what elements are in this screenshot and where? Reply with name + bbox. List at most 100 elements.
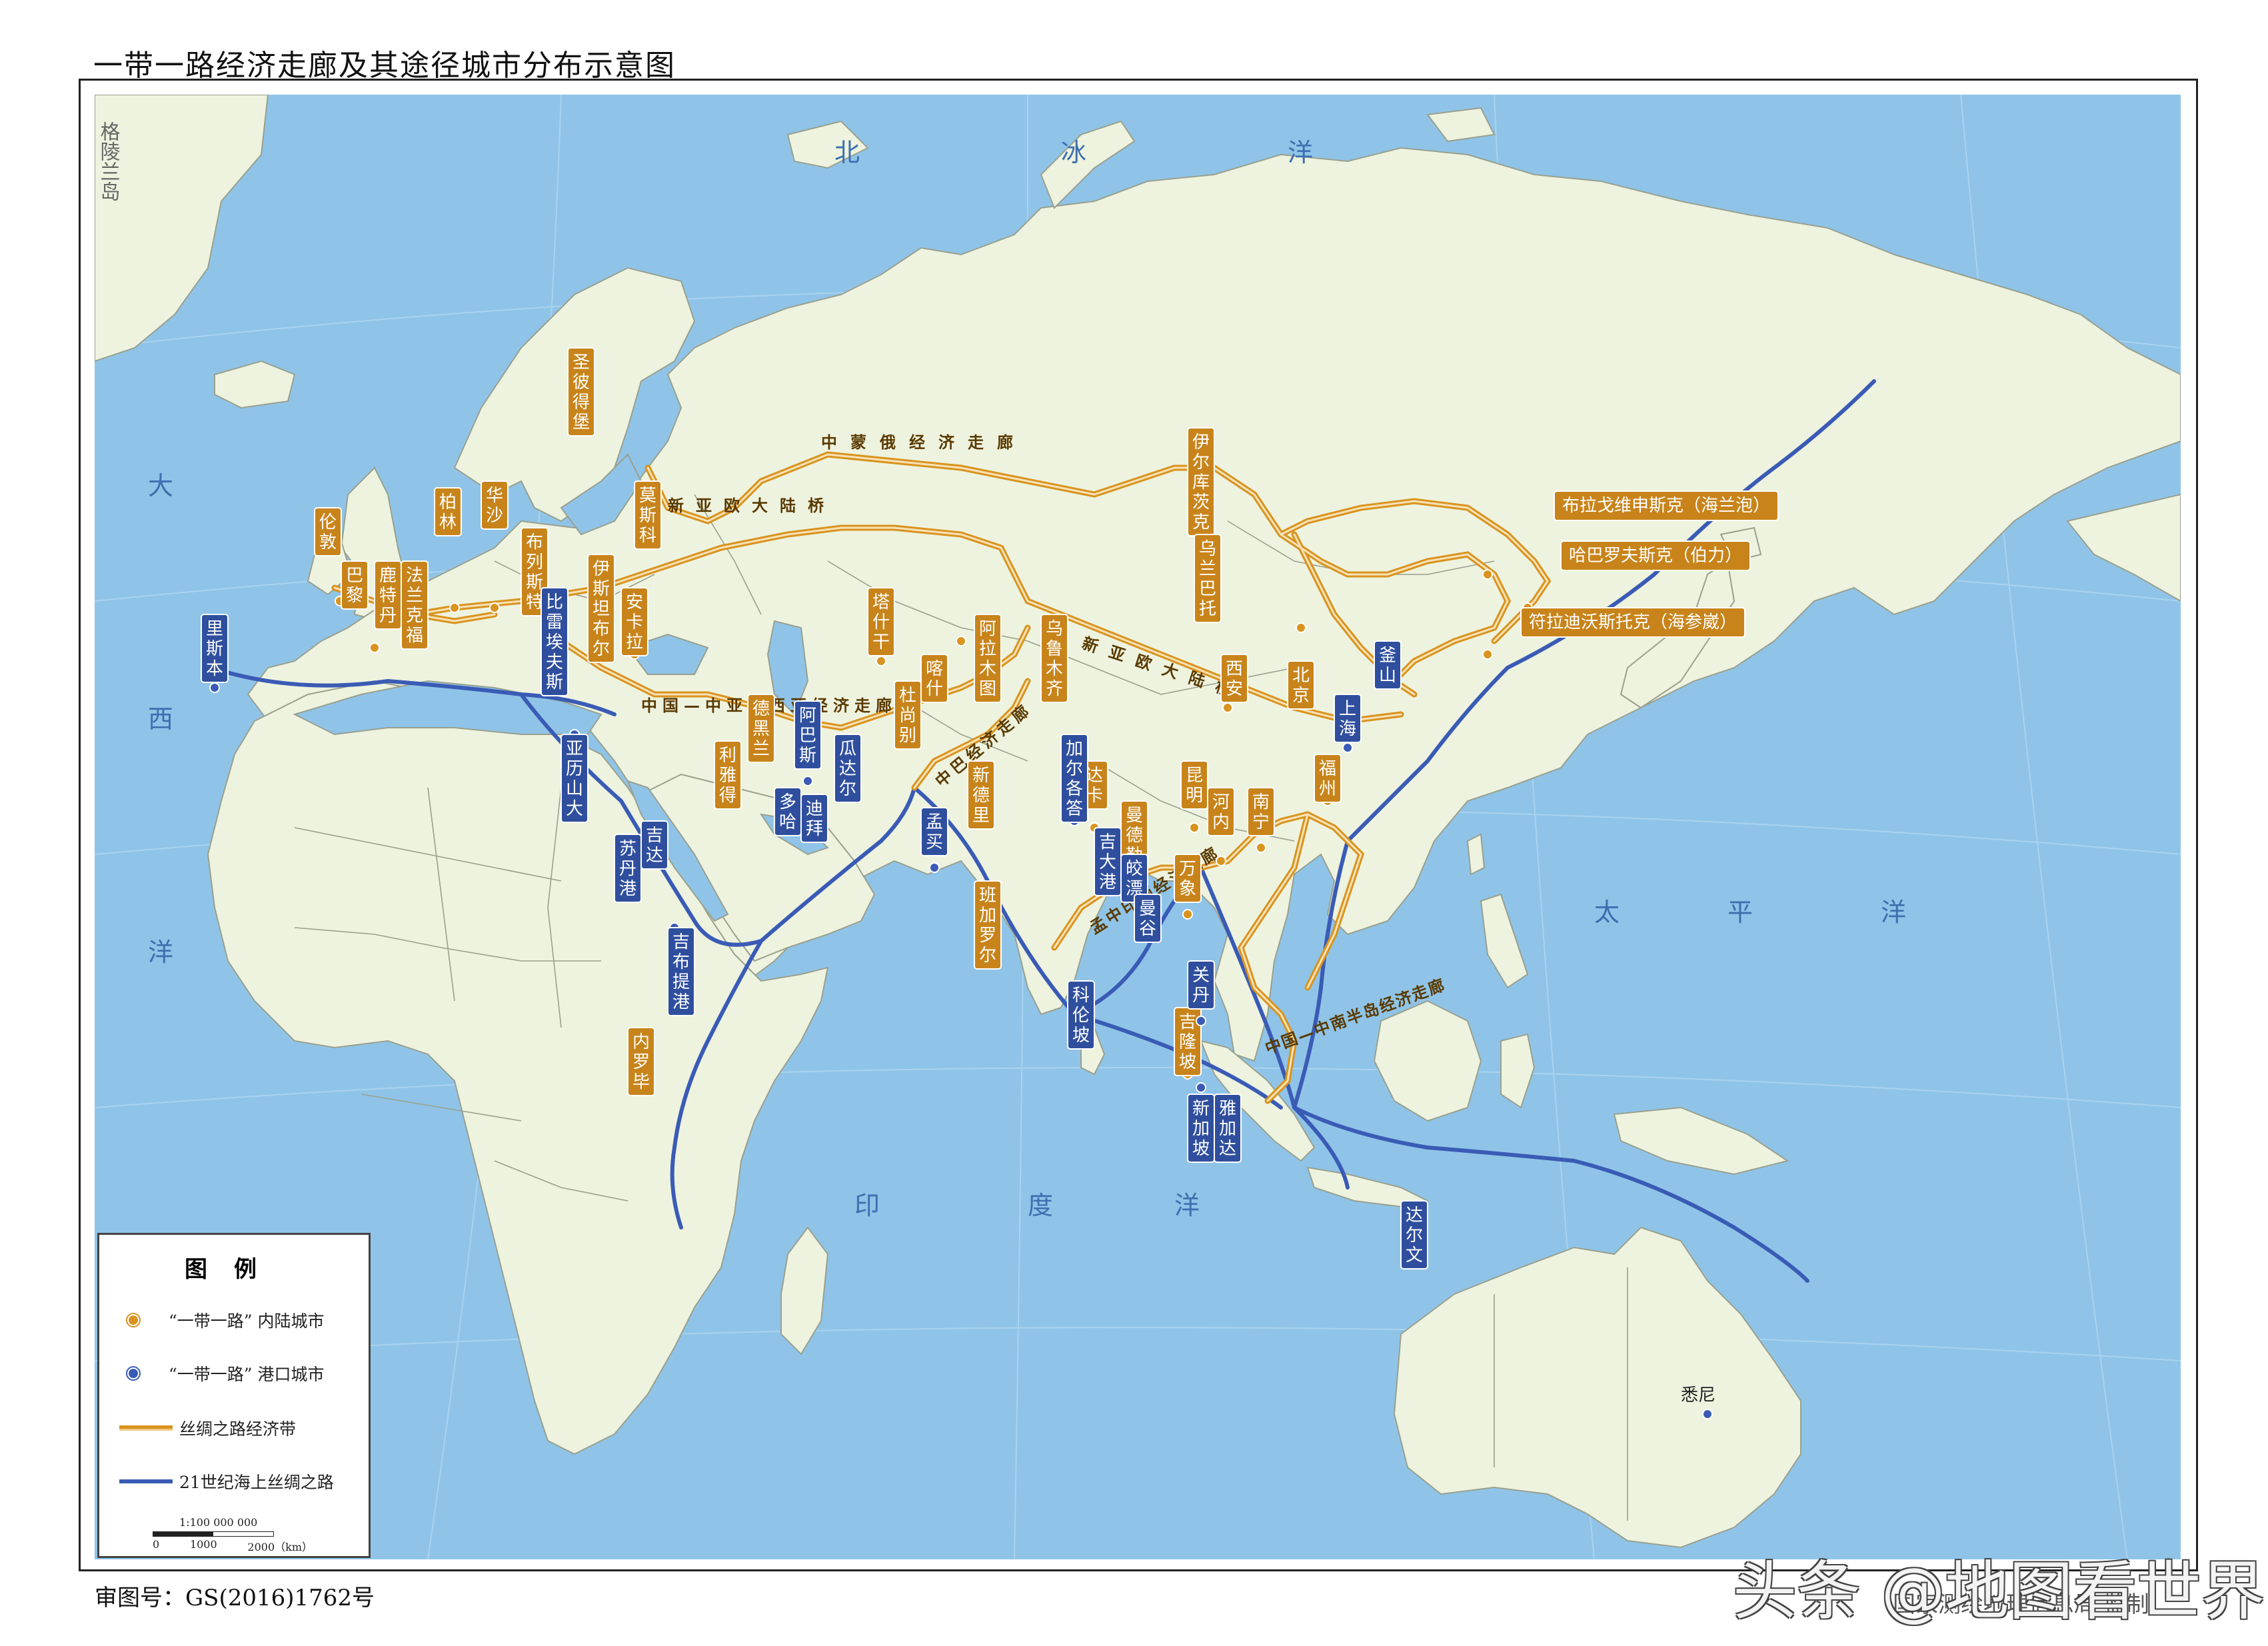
kuantan-text: 关丹 <box>1192 966 1210 1006</box>
ulanude-label[interactable]: 布拉戈维申斯克（海兰泡） <box>1554 490 1779 521</box>
map-canvas[interactable]: 格陵兰岛 北 冰 洋 大 西 洋 太 平 洋 印 度 洋 中蒙俄经济走廊 新亚欧… <box>95 95 2181 1559</box>
istanbul-text: 伊斯坦布尔 <box>592 559 610 659</box>
darwin-text: 达尔文 <box>1406 1206 1423 1265</box>
vientiane-label[interactable]: 万象 <box>1174 854 1202 903</box>
almaty-label[interactable]: 阿拉木图 <box>974 614 1002 703</box>
tashkent-dot[interactable] <box>876 656 886 666</box>
bangkok-text: 曼谷 <box>1139 899 1156 939</box>
berlin-label[interactable]: 柏林 <box>434 487 462 536</box>
lisbon-dot[interactable] <box>209 682 220 693</box>
sydney-label[interactable]: 悉尼 <box>1681 1385 1715 1405</box>
nanning-label[interactable]: 南宁 <box>1247 787 1275 836</box>
khabarovsk-label[interactable]: 哈巴罗夫斯克（伯力） <box>1560 540 1751 571</box>
portsudan-label[interactable]: 苏丹港 <box>614 834 642 903</box>
colombo-label[interactable]: 科伦坡 <box>1067 980 1095 1050</box>
legend-port-city: “一带一路” 港口城市 <box>119 1361 325 1385</box>
busan-label[interactable]: 釜山 <box>1374 640 1402 690</box>
chittagong-label[interactable]: 吉大港 <box>1094 827 1122 896</box>
beijing-dot[interactable] <box>1296 622 1306 633</box>
rotterdam-label[interactable]: 鹿特丹 <box>374 560 402 630</box>
tashkent-text: 塔什干 <box>872 592 890 652</box>
singapore-label[interactable]: 新加坡 <box>1187 1094 1215 1163</box>
kolkata-label[interactable]: 加尔各答 <box>1060 734 1088 823</box>
busan-text: 釜山 <box>1379 646 1396 686</box>
djibouti-label[interactable]: 吉布提港 <box>667 927 695 1016</box>
fuzhou-text: 福州 <box>1319 759 1336 799</box>
vientiane-dot[interactable] <box>1182 909 1193 920</box>
paris-text: 巴黎 <box>346 566 363 606</box>
abbas-dot[interactable] <box>802 776 813 786</box>
doha-label[interactable]: 多哈 <box>774 787 802 836</box>
nanning-text: 南宁 <box>1252 792 1270 832</box>
istanbul-label[interactable]: 伊斯坦布尔 <box>587 554 615 663</box>
legend-port-city-label: “一带一路” 港口城市 <box>169 1365 325 1384</box>
mumbai-label[interactable]: 孟买 <box>920 807 948 856</box>
lisbon-label[interactable]: 里斯本 <box>201 614 229 683</box>
tehran-label[interactable]: 德黑兰 <box>747 694 775 763</box>
london-label[interactable]: 伦敦 <box>314 507 342 556</box>
dubai-label[interactable]: 迪拜 <box>800 794 828 843</box>
urumqi-text: 乌鲁木齐 <box>1046 619 1063 699</box>
sittwe-text: 皎漂 <box>1126 859 1143 899</box>
hanoi-dot[interactable] <box>1216 856 1226 866</box>
xian-label[interactable]: 西安 <box>1220 654 1248 703</box>
scale-tick-1: 1000 <box>189 1538 217 1551</box>
kashgar-text: 喀什 <box>926 659 943 699</box>
bangalore-label[interactable]: 班加罗尔 <box>974 880 1002 970</box>
shanghai-dot[interactable] <box>1342 742 1353 753</box>
dushanbe-label[interactable]: 杜尚别 <box>894 680 922 750</box>
fuzhou-label[interactable]: 福州 <box>1314 754 1342 803</box>
kuantan-dot[interactable] <box>1196 1016 1206 1026</box>
piraeus-label[interactable]: 比雷埃夫斯 <box>541 587 568 696</box>
vladivostok-label[interactable]: 符拉迪沃斯托克（海参崴） <box>1520 607 1745 638</box>
riyadh-label[interactable]: 利雅得 <box>714 740 742 810</box>
paris-label[interactable]: 巴黎 <box>341 560 369 610</box>
legend: 图例 “一带一路” 内陆城市 “一带一路” 港口城市 丝绸之路经济带 21世纪海… <box>97 1233 371 1558</box>
newdelhi-label[interactable]: 新德里 <box>967 760 995 830</box>
kashgar-label[interactable]: 喀什 <box>920 654 948 703</box>
beijing-label[interactable]: 北京 <box>1287 660 1315 710</box>
singapore-dot[interactable] <box>1196 1082 1206 1093</box>
portsudan-text: 苏丹港 <box>619 839 636 899</box>
stpetersburg-label[interactable]: 圣彼得堡 <box>567 347 595 436</box>
vladivostok-dot[interactable] <box>1482 649 1493 660</box>
darwin-label[interactable]: 达尔文 <box>1400 1200 1428 1269</box>
stpetersburg-text: 圣彼得堡 <box>572 353 590 432</box>
paris-dot[interactable] <box>369 642 380 653</box>
tashkent-label[interactable]: 塔什干 <box>867 587 895 656</box>
kuantan-label[interactable]: 关丹 <box>1187 960 1215 1010</box>
ulaanbaatar-label[interactable]: 乌兰巴托 <box>1194 534 1222 623</box>
newdelhi-text: 新德里 <box>972 766 990 826</box>
warsaw-dot[interactable] <box>489 602 500 613</box>
bangkok-label[interactable]: 曼谷 <box>1134 894 1162 943</box>
irkutsk-label[interactable]: 伊尔库茨克 <box>1187 427 1215 536</box>
hanoi-label[interactable]: 河内 <box>1207 787 1235 836</box>
almaty-dot[interactable] <box>956 636 966 646</box>
ankara-label[interactable]: 安卡拉 <box>620 587 648 656</box>
kunming-dot[interactable] <box>1189 822 1200 833</box>
gwadar-label[interactable]: 瓜达尔 <box>834 734 862 803</box>
mumbai-dot[interactable] <box>929 862 940 873</box>
moscow-label[interactable]: 莫斯科 <box>634 480 662 550</box>
nanning-dot[interactable] <box>1256 842 1266 853</box>
approval-number: 审图号：GS(2016)1762号 <box>95 1585 375 1611</box>
jeddah-label[interactable]: 吉达 <box>640 820 668 870</box>
jakarta-label[interactable]: 雅加达 <box>1214 1094 1242 1163</box>
sydney-dot[interactable] <box>1702 1409 1713 1419</box>
xian-dot[interactable] <box>1222 702 1233 713</box>
alexandria-label[interactable]: 亚历山大 <box>561 734 588 823</box>
abbas-label[interactable]: 阿巴斯 <box>794 700 822 770</box>
watermark: 头条 @地图看世界 <box>1733 1554 2265 1629</box>
kunming-label[interactable]: 昆明 <box>1180 760 1208 810</box>
atlantic-label-3: 洋 <box>148 938 173 967</box>
frankfurt-label[interactable]: 法兰克福 <box>401 560 429 650</box>
shanghai-label[interactable]: 上海 <box>1334 694 1362 743</box>
corridor-nelb-north-label: 新亚欧大陆桥 <box>668 496 836 515</box>
nairobi-label[interactable]: 内罗毕 <box>627 1027 655 1096</box>
ulanude-dot[interactable] <box>1482 569 1493 580</box>
berlin-dot[interactable] <box>449 602 460 613</box>
corridor-cmr-label: 中蒙俄经济走廊 <box>821 433 1026 452</box>
urumqi-label[interactable]: 乌鲁木齐 <box>1040 614 1068 703</box>
legend-inland-city-label: “一带一路” 内陆城市 <box>169 1311 325 1331</box>
warsaw-label[interactable]: 华沙 <box>481 480 509 530</box>
